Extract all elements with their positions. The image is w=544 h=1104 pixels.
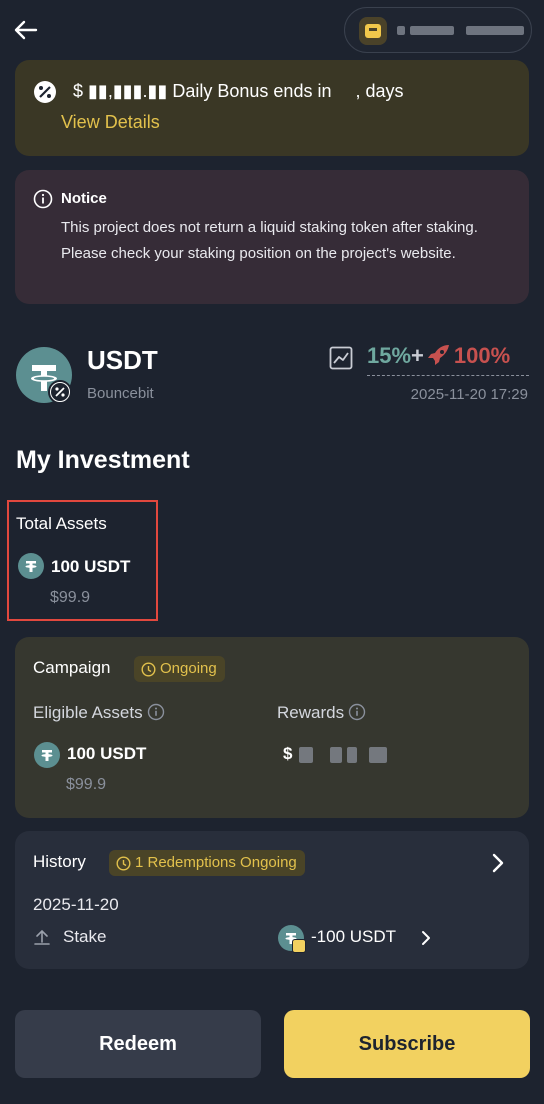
usdt-token-icon (18, 553, 44, 579)
chevron-right-icon[interactable] (421, 930, 431, 951)
info-icon[interactable] (147, 703, 165, 721)
history-amount[interactable]: -100 USDT (311, 927, 396, 947)
usdt-token-icon (34, 742, 60, 768)
account-name-redacted (397, 22, 525, 37)
bonus-days-suffix: , days (355, 81, 404, 101)
back-arrow-icon[interactable] (12, 16, 40, 44)
token-provider: Bouncebit (87, 385, 154, 402)
chart-trend-icon[interactable] (329, 346, 353, 370)
campaign-status-badge: Ongoing (134, 656, 225, 682)
total-assets-value: 100 USDT (51, 557, 131, 576)
usdt-token-icon (278, 925, 306, 953)
campaign-status-text: Ongoing (160, 660, 217, 677)
rocket-icon (427, 345, 449, 365)
account-selector[interactable] (344, 7, 532, 53)
campaign-card: Campaign Ongoing Eligible Assets Rewards… (15, 637, 529, 818)
clock-icon (141, 662, 156, 677)
apr-display: 15%+ 100% (367, 343, 510, 369)
apr-plus: + (411, 343, 424, 368)
bonus-text: $ ▮▮,▮▮▮.▮▮ Daily Bonus ends in , days (73, 81, 404, 102)
bonus-message: Daily Bonus ends in (172, 81, 332, 101)
eligible-assets-usd: $99.9 (66, 776, 107, 793)
info-icon[interactable] (348, 703, 366, 721)
top-bar (0, 0, 544, 60)
history-type: Stake (63, 927, 107, 946)
daily-bonus-banner: $ ▮▮,▮▮▮.▮▮ Daily Bonus ends in , days V… (15, 60, 529, 156)
view-details-link[interactable]: View Details (61, 112, 160, 133)
redemption-status-badge: 1 Redemptions Ongoing (109, 850, 305, 876)
apr-base: 15% (367, 343, 412, 368)
history-date: 2025-11-20 (33, 895, 119, 914)
my-investment-title: My Investment (16, 446, 190, 474)
chevron-right-icon[interactable] (491, 853, 505, 878)
upload-arrow-icon (33, 928, 51, 951)
notice-card: Notice This project does not return a li… (15, 170, 529, 304)
bonus-badge-icon (48, 380, 72, 404)
history-card[interactable]: History 1 Redemptions Ongoing 2025-11-20… (15, 831, 529, 969)
token-name: USDT (87, 345, 158, 375)
total-assets-usd: $99.9 (50, 589, 91, 606)
apr-boost: 100% (453, 343, 511, 368)
redemption-status-text: 1 Redemptions Ongoing (135, 854, 297, 871)
wallet-icon (359, 17, 387, 45)
apr-timestamp: 2025-11-20 17:29 (410, 386, 528, 403)
rewards-value: $ (283, 744, 388, 764)
notice-body: This project does not return a liquid st… (61, 219, 478, 262)
history-title: History (33, 852, 86, 871)
eligible-assets-value: 100 USDT (67, 744, 147, 763)
total-assets-label: Total Assets (16, 514, 107, 533)
bonus-amount: $ ▮▮,▮▮▮.▮▮ (73, 81, 168, 101)
subscribe-button[interactable]: Subscribe (284, 1010, 530, 1078)
campaign-title: Campaign (33, 658, 111, 677)
clock-icon (116, 856, 131, 871)
eligible-assets-label[interactable]: Eligible Assets (33, 703, 165, 723)
notice-title: Notice (61, 190, 107, 207)
rewards-label[interactable]: Rewards (277, 703, 366, 723)
apr-underline (367, 375, 529, 376)
redeem-button[interactable]: Redeem (15, 1010, 261, 1078)
badge-icon (292, 939, 306, 953)
info-icon (33, 189, 53, 214)
bonus-percent-icon (33, 80, 57, 104)
